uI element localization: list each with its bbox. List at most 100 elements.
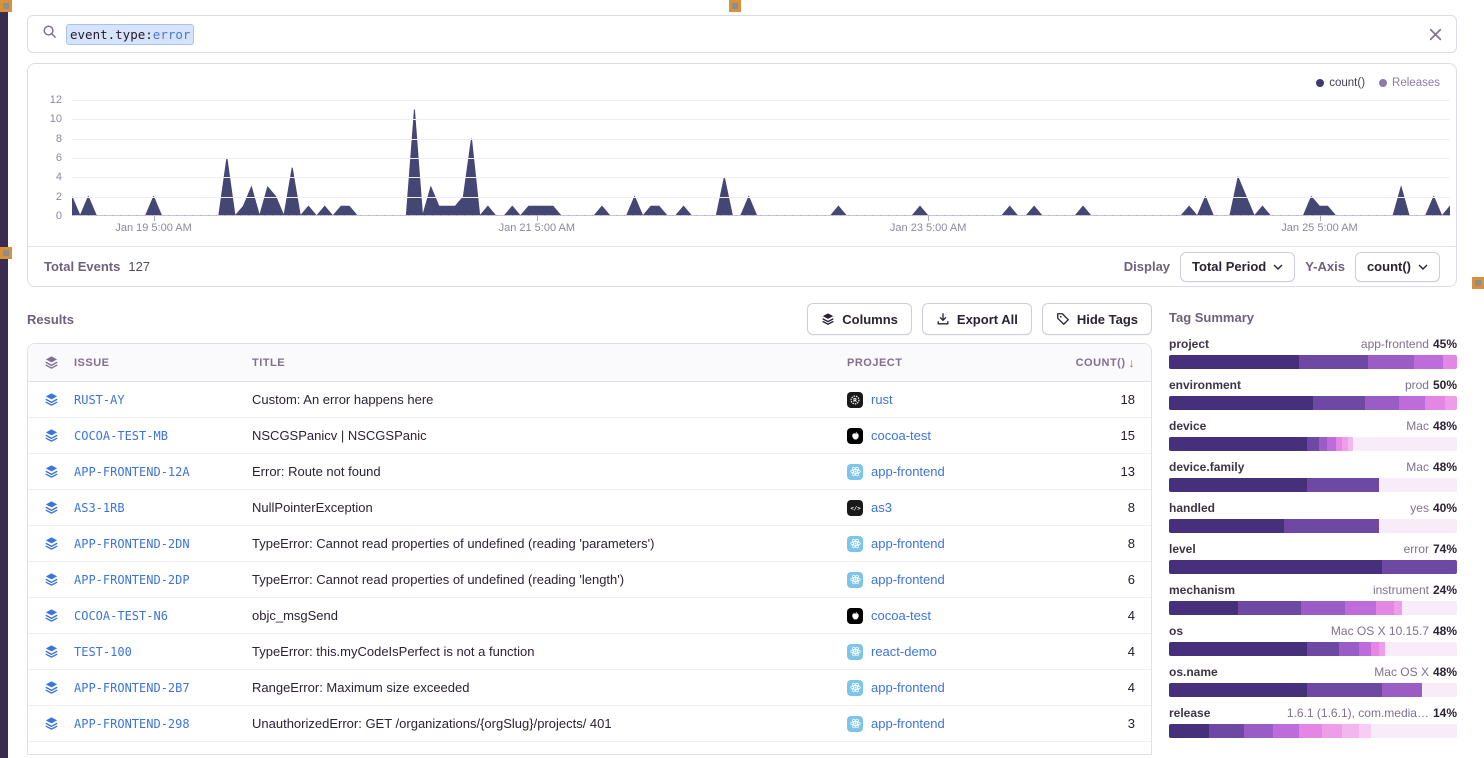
tag-bar-segment xyxy=(1169,642,1307,656)
column-header-issue[interactable]: ISSUE xyxy=(74,357,252,369)
project-link[interactable]: Rrust xyxy=(847,392,1065,408)
stack-icon xyxy=(44,644,59,659)
app-sidebar-edge xyxy=(0,0,8,758)
tag-bar-rest xyxy=(1371,724,1457,738)
tag-distribution-bar[interactable] xyxy=(1169,560,1457,574)
selection-handle-top-middle[interactable] xyxy=(729,0,741,12)
selection-handle-top-left[interactable] xyxy=(0,0,12,12)
issue-stack-icon xyxy=(28,500,74,515)
tag-bar-segment xyxy=(1169,396,1313,410)
rust-platform-icon: R xyxy=(847,392,863,408)
project-link[interactable]: app-frontend xyxy=(847,716,1065,732)
project-link[interactable]: app-frontend xyxy=(847,536,1065,552)
tag-bar-segment xyxy=(1443,355,1457,369)
project-link[interactable]: cocoa-test xyxy=(847,608,1065,624)
issue-link[interactable]: APP-FRONTEND-298 xyxy=(74,717,252,731)
table-row[interactable]: TEST-100TypeError: this.myCodeIsPerfect … xyxy=(28,634,1151,670)
issue-link[interactable]: APP-FRONTEND-2DP xyxy=(74,573,252,587)
tag-top-percent: 50% xyxy=(1433,378,1457,392)
issue-link[interactable]: APP-FRONTEND-2DN xyxy=(74,537,252,551)
export-all-button[interactable]: Export All xyxy=(922,303,1032,335)
tag-block: os.nameMac OS X48% xyxy=(1169,665,1457,697)
tag-bar-segment xyxy=(1371,642,1380,656)
search-bar[interactable]: event.type:error xyxy=(27,15,1457,53)
event-count: 13 xyxy=(1065,464,1151,479)
tag-distribution-bar[interactable] xyxy=(1169,601,1457,615)
react-platform-icon xyxy=(847,464,863,480)
tag-distribution-bar[interactable] xyxy=(1169,396,1457,410)
project-name: cocoa-test xyxy=(871,608,931,623)
search-input[interactable]: event.type:error xyxy=(67,25,193,44)
table-row[interactable]: APP-FRONTEND-2DPTypeError: Cannot read p… xyxy=(28,562,1151,598)
results-table-header: ISSUE TITLE PROJECT COUNT() ↓ xyxy=(28,344,1151,382)
y-axis-tick-label: 4 xyxy=(56,171,62,183)
yaxis-dropdown[interactable]: count() xyxy=(1355,252,1440,282)
project-name: rust xyxy=(871,392,893,407)
tag-top-percent: 48% xyxy=(1433,460,1457,474)
issue-link[interactable]: COCOA-TEST-N6 xyxy=(74,609,252,623)
tag-bar-segment xyxy=(1209,724,1244,738)
tag-distribution-bar[interactable] xyxy=(1169,519,1457,533)
column-header-project[interactable]: PROJECT xyxy=(847,357,1065,369)
table-row[interactable]: APP-FRONTEND-2DNTypeError: Cannot read p… xyxy=(28,526,1151,562)
clear-search-icon[interactable] xyxy=(1429,28,1442,41)
legend-item-count[interactable]: count() xyxy=(1316,77,1365,89)
tag-distribution-bar[interactable] xyxy=(1169,642,1457,656)
issue-link[interactable]: COCOA-TEST-MB xyxy=(74,429,252,443)
tag-bar-segment xyxy=(1425,396,1445,410)
table-row[interactable]: APP-FRONTEND-2B7RangeError: Maximum size… xyxy=(28,670,1151,706)
project-name: app-frontend xyxy=(871,464,945,479)
stack-icon xyxy=(821,312,835,326)
columns-button[interactable]: Columns xyxy=(807,303,912,335)
legend-item-releases[interactable]: Releases xyxy=(1379,77,1440,89)
table-row[interactable]: AS3-1RBNullPointerException</>as38 xyxy=(28,490,1151,526)
project-link[interactable]: app-frontend xyxy=(847,464,1065,480)
download-icon xyxy=(936,312,950,326)
stack-icon xyxy=(44,608,59,623)
tag-bar-rest xyxy=(1353,437,1457,451)
total-events-value: 127 xyxy=(128,259,150,274)
display-label: Display xyxy=(1124,259,1170,274)
tag-bar-segment xyxy=(1445,396,1457,410)
table-row[interactable]: COCOA-TEST-MBNSCGSPanicv | NSCGSPaniccoc… xyxy=(28,418,1151,454)
tag-bar-segment xyxy=(1238,601,1301,615)
tag-top-value: Mac OS X 10.15.7 xyxy=(1331,624,1429,638)
column-header-count[interactable]: COUNT() ↓ xyxy=(1065,356,1151,370)
chart-plot-area[interactable] xyxy=(72,94,1450,216)
issue-link[interactable]: RUST-AY xyxy=(74,393,252,407)
issue-link[interactable]: APP-FRONTEND-12A xyxy=(74,465,252,479)
tag-bar-segment xyxy=(1301,601,1344,615)
tag-distribution-bar[interactable] xyxy=(1169,683,1457,697)
total-events-label: Total Events xyxy=(44,259,120,274)
tag-distribution-bar[interactable] xyxy=(1169,478,1457,492)
tag-bar-segment xyxy=(1399,396,1425,410)
table-row[interactable]: RUST-AYCustom: An error happens hereRrus… xyxy=(28,382,1151,418)
issue-link[interactable]: APP-FRONTEND-2B7 xyxy=(74,681,252,695)
stack-icon xyxy=(44,716,59,731)
stack-icon xyxy=(44,680,59,695)
project-link[interactable]: app-frontend xyxy=(847,680,1065,696)
project-link[interactable]: react-demo xyxy=(847,644,1065,660)
column-header-title[interactable]: TITLE xyxy=(252,357,847,369)
issue-title: Custom: An error happens here xyxy=(252,392,847,407)
chart-x-axis-labels: Jan 19 5:00 AMJan 21 5:00 AMJan 23 5:00 … xyxy=(72,216,1450,242)
stack-icon xyxy=(44,355,59,370)
project-link[interactable]: </>as3 xyxy=(847,500,1065,516)
project-link[interactable]: cocoa-test xyxy=(847,428,1065,444)
tag-bar-segment xyxy=(1327,437,1336,451)
display-dropdown[interactable]: Total Period xyxy=(1180,252,1295,282)
hide-tags-button[interactable]: Hide Tags xyxy=(1042,303,1152,335)
issue-link[interactable]: TEST-100 xyxy=(74,645,252,659)
table-row[interactable]: APP-FRONTEND-298UnauthorizedError: GET /… xyxy=(28,706,1151,742)
table-row[interactable]: APP-FRONTEND-12AError: Route not foundap… xyxy=(28,454,1151,490)
project-link[interactable]: app-frontend xyxy=(847,572,1065,588)
tag-distribution-bar[interactable] xyxy=(1169,437,1457,451)
issue-link[interactable]: AS3-1RB xyxy=(74,501,252,515)
selection-handle-right-middle[interactable] xyxy=(1472,277,1484,289)
table-row[interactable]: COCOA-TEST-N6objc_msgSendcocoa-test4 xyxy=(28,598,1151,634)
tag-distribution-bar[interactable] xyxy=(1169,355,1457,369)
y-axis-tick-label: 8 xyxy=(56,133,62,145)
tag-summary-sidebar: Tag Summary projectapp-frontend45%enviro… xyxy=(1169,303,1457,755)
tag-distribution-bar[interactable] xyxy=(1169,724,1457,738)
selection-handle-left-middle[interactable] xyxy=(0,247,12,259)
